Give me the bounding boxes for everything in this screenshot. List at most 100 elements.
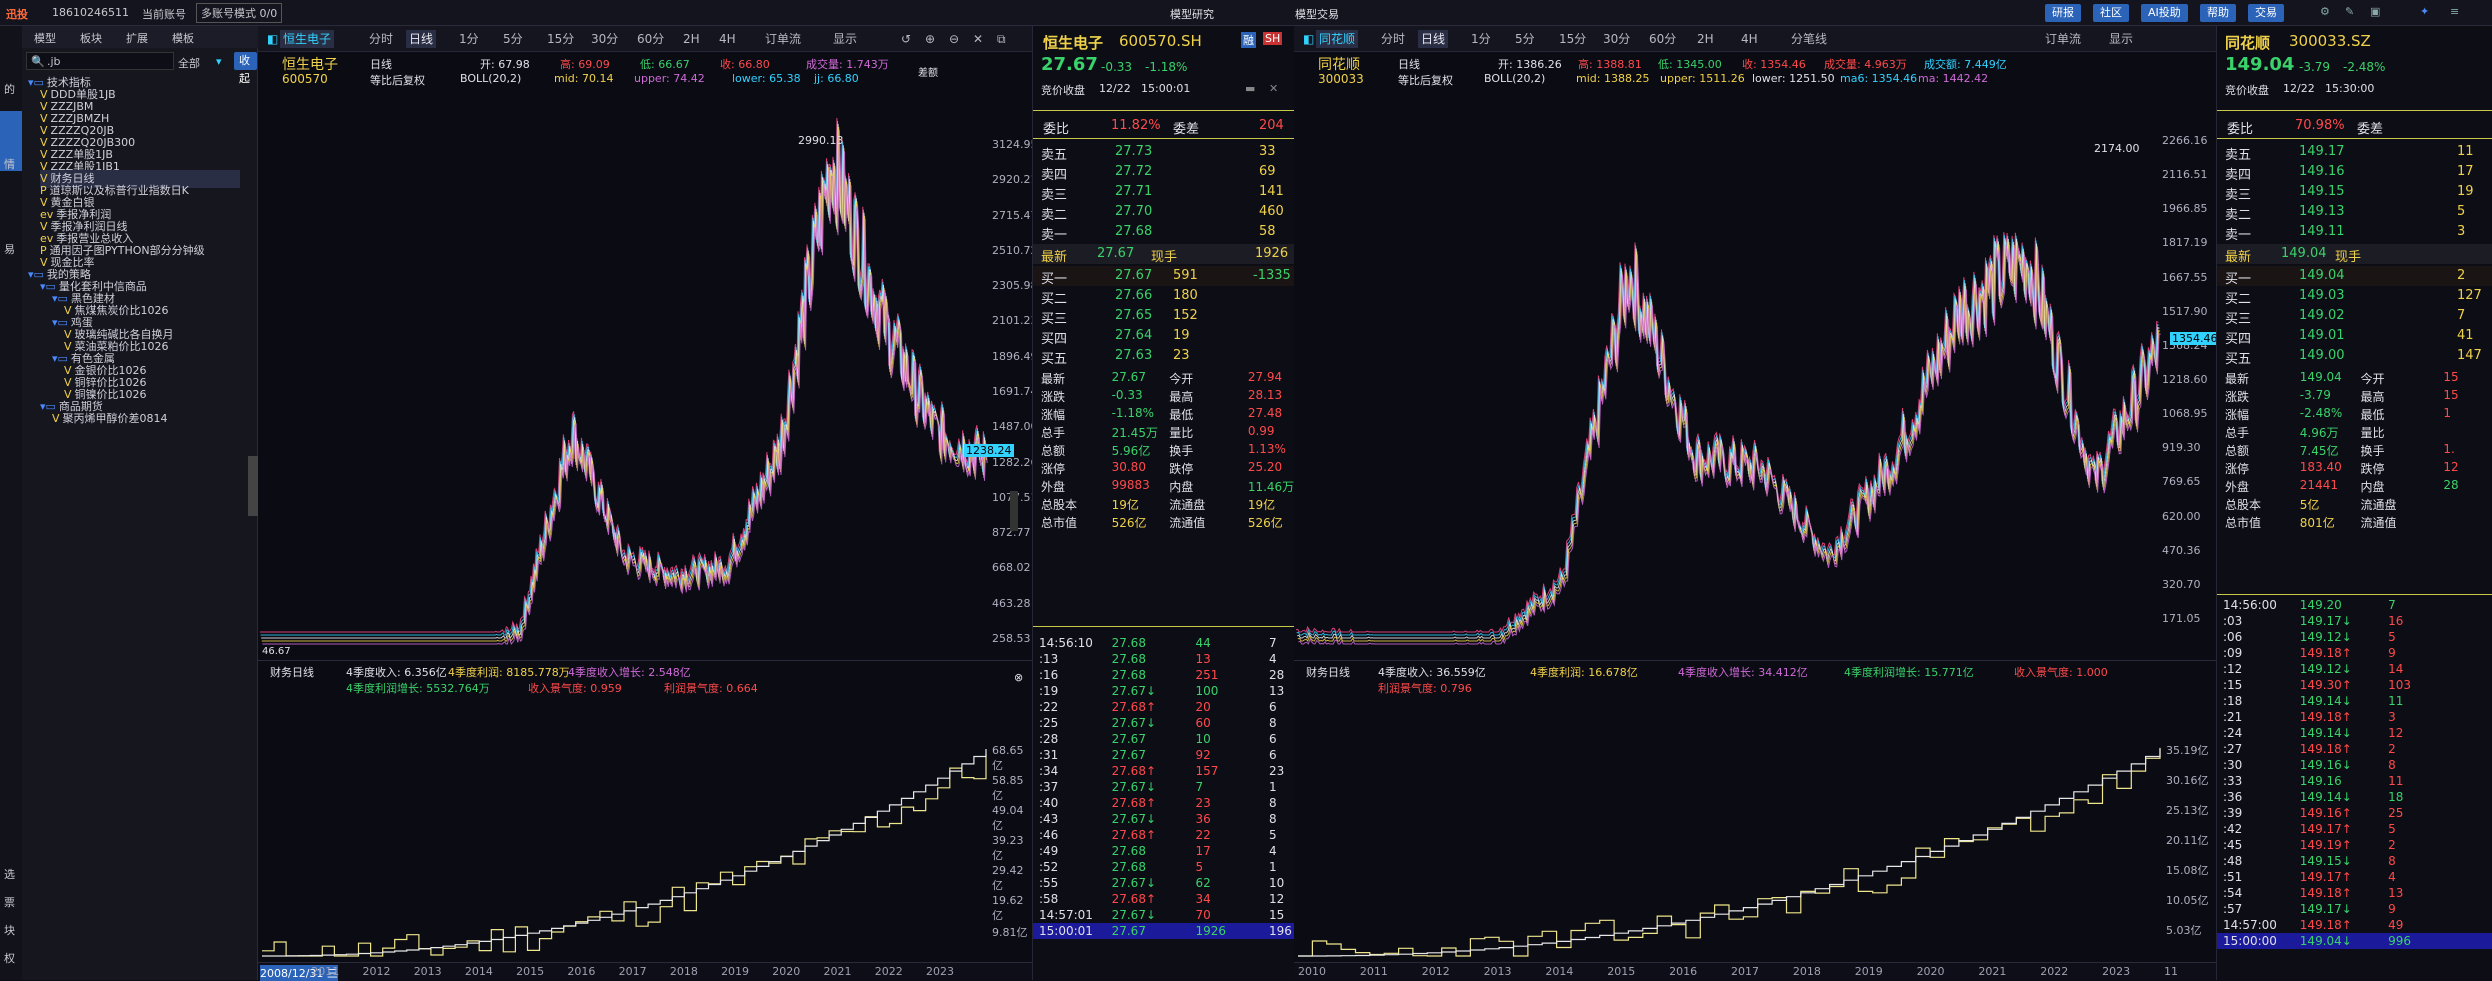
tick-volume: 2 <box>2388 742 2396 756</box>
tab-model[interactable]: 模型 <box>34 30 56 46</box>
left-sub-title: 财务日线 <box>270 666 314 679</box>
tick-price: 27.67↓ <box>1111 876 1157 890</box>
bid-row: 买五 149.00 147 <box>2217 346 2492 367</box>
tab-extend[interactable]: 扩展 <box>126 30 148 46</box>
stat-value: 5亿 <box>2299 498 2320 512</box>
current-account-label: 当前账号 <box>142 8 186 21</box>
year-label: 2022 <box>874 965 903 978</box>
left-sub-close-icon[interactable]: ⊗ <box>1014 671 1023 684</box>
ai-assist-button[interactable]: AI投助 <box>2141 4 2188 22</box>
tick-count: 5 <box>1269 828 1277 842</box>
bid-volume: 23 <box>1173 348 1190 363</box>
sidebar-scrollbar[interactable] <box>248 456 258 516</box>
tick-volume: 70 <box>1195 908 1211 922</box>
menu-icon[interactable]: ≡ <box>2450 5 2459 18</box>
tick-price: 27.68 <box>1111 844 1146 858</box>
stat-label-2: 内盘 <box>1169 480 1194 494</box>
tab-block[interactable]: 板块 <box>80 30 102 46</box>
tick-time: :34 <box>1039 764 1059 778</box>
model-research-link[interactable]: 模型研究 <box>1170 6 1214 22</box>
tick-time: :54 <box>2223 886 2243 900</box>
nav-item-trade[interactable]: 易 <box>4 241 15 257</box>
filter-select[interactable]: 全部 <box>178 55 200 71</box>
latest-hand-label: 现手 <box>1151 250 1178 265</box>
tick-price: 27.68 <box>1111 636 1146 650</box>
stat-value-2: 1.13% <box>1247 442 1286 456</box>
nav-item-rights[interactable]: 权 <box>4 950 15 966</box>
tree-item[interactable]: V 聚丙烯甲醇价差0814 <box>52 410 168 428</box>
right-sub-divider <box>1294 660 2216 661</box>
right-chart-panel: ◧ 同花顺 分时 日线 1分 5分 15分 30分 60分 2H 4H 分笔线 … <box>1294 26 2220 980</box>
lq-close-icon[interactable]: ✕ <box>1269 82 1278 95</box>
sidebar-search-input[interactable]: 🔍 .jb <box>26 52 174 70</box>
trade-button[interactable]: 交易 <box>2248 4 2284 22</box>
ask-row: 卖五 27.73 33 <box>1033 142 1295 163</box>
right.sub.ticks-tick: 20.11亿 <box>2166 834 2209 847</box>
stat-value: 30.80 <box>1111 460 1146 474</box>
stat-value-2: 0.99 <box>1247 424 1275 438</box>
tick-volume: 7 <box>1195 780 1204 794</box>
bid-label: 买四 <box>2225 332 2252 347</box>
filter-dropdown-icon[interactable]: ▾ <box>216 55 222 68</box>
year-label: 2015 <box>1607 965 1636 978</box>
stat-value: -1.18% <box>1111 406 1155 420</box>
settings-icon[interactable]: ⚙ <box>2320 5 2330 18</box>
tick-volume: 12 <box>2388 726 2404 740</box>
stat-label-2: 量比 <box>2360 426 2385 440</box>
collapse-button[interactable]: 收起 <box>234 52 257 85</box>
right.price_ticks-tick: 171.05 <box>2162 612 2201 625</box>
right-sub-item-1: 4季度利润: 16.678亿 <box>1530 666 1638 679</box>
tick-time: 14:57:00 <box>2223 918 2277 932</box>
ask-row: 卖二 149.13 5 <box>2217 202 2492 223</box>
year-label: 2012 <box>1421 965 1450 978</box>
tick-time: :21 <box>2223 710 2243 724</box>
tick-volume: 11 <box>2388 694 2404 708</box>
lq-name: 恒生电子 <box>1043 34 1104 52</box>
rq-date: 12/22 <box>2283 82 2315 95</box>
tick-time: :22 <box>1039 700 1059 714</box>
nav-item-select[interactable]: 选 <box>4 866 15 882</box>
lq-chat-icon[interactable]: ▬ <box>1245 82 1255 95</box>
left-chart-scrollbar[interactable] <box>1010 491 1018 531</box>
tree-item-label: 聚丙烯甲醇价差0814 <box>62 412 168 425</box>
tick-price: 27.67↓ <box>1111 684 1157 698</box>
help-button[interactable]: 帮助 <box>2200 4 2236 22</box>
window-icon[interactable]: ▣ <box>2370 5 2380 18</box>
tick-price: 149.15↓ <box>2299 854 2352 868</box>
bird-icon[interactable]: ✦ <box>2420 5 2429 18</box>
nav-item-stock[interactable]: 票 <box>4 894 15 910</box>
tick-time: :16 <box>1039 668 1059 682</box>
bid-volume: 41 <box>2457 328 2474 343</box>
stat-value: 99883 <box>1111 478 1150 492</box>
stat-label-2: 跌停 <box>2360 462 2385 476</box>
research-report-button[interactable]: 研报 <box>2045 4 2081 22</box>
stat-value: 21.45万 <box>1111 426 1158 440</box>
rq-change: -3.79 <box>2299 60 2331 74</box>
tick-price: 149.18↑ <box>2299 886 2352 900</box>
tick-count: 6 <box>1269 748 1277 762</box>
model-trading-link[interactable]: 模型交易 <box>1295 6 1339 22</box>
stat-label: 涨跌 <box>2225 390 2250 404</box>
tick-price: 149.19↑ <box>2299 838 2352 852</box>
lq-badge-icon[interactable]: 融 <box>1241 32 1256 48</box>
stat-value: 5.96亿 <box>1111 444 1151 458</box>
tick-time: :58 <box>1039 892 1059 906</box>
tick-volume: 36 <box>1195 812 1211 826</box>
left-chart-panel: ◧ 恒生电子 分时 日线 1分 5分 15分 30分 60分 2H 4H 订单流… <box>258 26 1038 981</box>
tick-price: 27.67 <box>1111 924 1146 938</box>
tab-template[interactable]: 模板 <box>172 30 194 46</box>
edit-icon[interactable]: ✎ <box>2345 5 2354 18</box>
stat-value-2: 15 <box>2443 388 2459 402</box>
search-icon: 🔍 <box>31 55 45 68</box>
account-mode-select[interactable]: 多账号模式 0/0 <box>196 3 283 23</box>
rq-name: 同花顺 <box>2225 34 2271 52</box>
ask-price: 149.17 <box>2299 144 2345 159</box>
right.sub.ticks-tick: 30.16亿 <box>2166 774 2209 787</box>
nav-item-block[interactable]: 块 <box>4 922 15 938</box>
year-label: 2013 <box>1483 965 1512 978</box>
nav-item-quote[interactable]: 情 <box>4 156 15 172</box>
nav-item-model[interactable]: 的 <box>4 81 15 97</box>
top-bar: 迅投 18610246511 当前账号 多账号模式 0/0 模型研究 模型交易 … <box>0 0 2492 26</box>
tick-price: 149.12↓ <box>2299 630 2352 644</box>
community-button[interactable]: 社区 <box>2093 4 2129 22</box>
